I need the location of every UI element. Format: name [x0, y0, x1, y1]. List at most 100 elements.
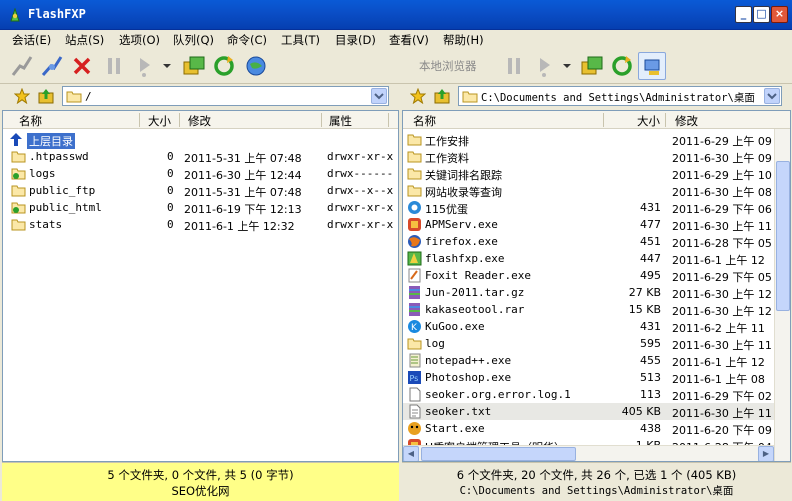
- local-file-row[interactable]: 网站收录等查询 2011-6-30 上午 08: [403, 182, 775, 199]
- local-path-dropdown[interactable]: [764, 88, 780, 104]
- menu-queue[interactable]: 队列(Q): [173, 32, 214, 48]
- file-icon: [409, 387, 421, 402]
- file-size: 447: [640, 252, 661, 265]
- file-modified: 2011-6-29 下午 06: [672, 203, 772, 216]
- local-scroll-thumb[interactable]: [776, 161, 790, 311]
- local-file-row[interactable]: Start.exe 438 2011-6-20 下午 09: [403, 420, 775, 437]
- kugoo-icon: K: [408, 320, 421, 333]
- local-browser-toggle-button[interactable]: [638, 52, 666, 80]
- disconnect-icon: [73, 57, 91, 75]
- local-transfer-dropdown[interactable]: [560, 52, 574, 80]
- menu-tools[interactable]: 工具(T): [281, 32, 320, 48]
- file-modified: 2011-6-1 上午 12: [672, 356, 765, 369]
- folder-icon: [407, 185, 422, 197]
- chevron-down-icon: [767, 93, 777, 100]
- menu-options[interactable]: 选项(O): [119, 32, 160, 48]
- file-modified: 2011-6-28 下午 05: [672, 237, 772, 250]
- local-file-row[interactable]: notepad++.exe 455 2011-6-1 上午 12: [403, 352, 775, 369]
- local-col-modified[interactable]: 修改: [675, 113, 698, 129]
- folder-icon: [407, 134, 422, 146]
- quick-connect-button[interactable]: [38, 52, 66, 80]
- local-vertical-scrollbar[interactable]: [774, 129, 790, 461]
- remote-path-field[interactable]: /: [62, 86, 389, 106]
- remote-file-list[interactable]: 名称 大小 修改 属性 上层目录 .htpasswd 0 2011-5-31 上午 …: [2, 110, 399, 462]
- local-file-row[interactable]: Jun-2011.tar.gz 27 KB 2011-6-30 上午 12: [403, 284, 775, 301]
- firefox-icon: [408, 235, 421, 248]
- local-file-row[interactable]: seoker.org.error.log.1 113 2011-6-29 下午 02: [403, 386, 775, 403]
- local-browser-label[interactable]: 本地浏览器: [419, 58, 477, 74]
- remote-file-row[interactable]: stats 0 2011-6-1 上午 12:32 drwxr-xr-x: [3, 216, 398, 233]
- local-pause-button[interactable]: [500, 52, 528, 80]
- local-file-row[interactable]: K KuGoo.exe 431 2011-6-2 上午 11: [403, 318, 775, 335]
- disconnect-button[interactable]: [68, 52, 96, 80]
- local-file-row[interactable]: APMServ.exe 477 2011-6-30 上午 11: [403, 216, 775, 233]
- remote-col-attrs[interactable]: 属性: [329, 113, 352, 129]
- menu-sites[interactable]: 站点(S): [65, 32, 104, 48]
- local-file-row[interactable]: flashfxp.exe 447 2011-6-1 上午 12: [403, 250, 775, 267]
- parent-directory-row[interactable]: 上层目录: [3, 131, 398, 149]
- local-file-row[interactable]: 关键词排名跟踪 2011-6-29 上午 10: [403, 165, 775, 182]
- menu-directory[interactable]: 目录(D): [335, 32, 376, 48]
- local-file-list[interactable]: 名称 大小 修改 工作安排 2011-6-29 上午 09 工作资料 2011-6-3…: [402, 110, 791, 462]
- parent-folder-icon[interactable]: [38, 88, 54, 104]
- remote-file-row[interactable]: public_html 0 2011-6-19 下午 12:13 drwxr-xr-x: [3, 199, 398, 216]
- local-hscroll-thumb[interactable]: [421, 447, 576, 461]
- connect-button[interactable]: [8, 52, 36, 80]
- refresh-icon: [612, 56, 632, 76]
- refresh-button[interactable]: [210, 52, 238, 80]
- menu-commands[interactable]: 命令(C): [227, 32, 267, 48]
- file-modified: 2011-6-30 上午 12: [672, 288, 772, 301]
- local-file-row[interactable]: Foxit Reader.exe 495 2011-6-29 下午 05: [403, 267, 775, 284]
- scroll-right-button[interactable]: ▶: [758, 446, 774, 461]
- file-name: Start.exe: [425, 422, 485, 435]
- local-bookmark-star-icon[interactable]: [410, 88, 426, 104]
- remote-col-name[interactable]: 名称: [19, 113, 42, 129]
- app-blue-icon: [408, 201, 421, 214]
- local-col-name[interactable]: 名称: [413, 113, 436, 129]
- folder-green-icon: [11, 202, 26, 214]
- remote-col-modified[interactable]: 修改: [188, 113, 211, 129]
- local-transfer-button[interactable]: [532, 52, 560, 80]
- close-button[interactable]: ×: [771, 6, 788, 23]
- local-col-size[interactable]: 大小: [637, 113, 660, 129]
- local-path-field[interactable]: C:\Documents and Settings\Administrator\…: [458, 86, 782, 106]
- remote-file-row[interactable]: public_ftp 0 2011-5-31 上午 07:48 drwx--x--x: [3, 182, 398, 199]
- local-file-row[interactable]: 工作资料 2011-6-30 上午 09: [403, 148, 775, 165]
- pause-button[interactable]: [100, 52, 128, 80]
- local-parent-folder-icon[interactable]: [434, 88, 450, 104]
- file-size: 431: [640, 201, 661, 214]
- local-file-row[interactable]: kakaseotool.rar 15 KB 2011-6-30 上午 12: [403, 301, 775, 318]
- transfer-dropdown[interactable]: [160, 52, 174, 80]
- maximize-button[interactable]: □: [753, 6, 770, 23]
- local-file-row[interactable]: 115优蛋 431 2011-6-29 下午 06: [403, 199, 775, 216]
- folders-sync-icon: [581, 56, 603, 75]
- menu-view[interactable]: 查看(V): [389, 32, 429, 48]
- local-refresh-button[interactable]: [608, 52, 636, 80]
- scroll-left-button[interactable]: ◀: [403, 446, 419, 461]
- file-modified: 2011-6-20 下午 09: [672, 424, 772, 437]
- local-horizontal-scrollbar[interactable]: ◀ ▶: [403, 445, 774, 461]
- menu-help[interactable]: 帮助(H): [443, 32, 484, 48]
- local-file-row[interactable]: seoker.txt 405 KB 2011-6-30 上午 11: [403, 403, 775, 420]
- local-file-row[interactable]: Ps Photoshop.exe 513 2011-6-1 上午 08: [403, 369, 775, 386]
- bookmark-star-icon[interactable]: [14, 88, 30, 104]
- menu-session[interactable]: 会话(E): [12, 32, 51, 48]
- remote-col-size[interactable]: 大小: [148, 113, 171, 129]
- chevron-down-icon: [374, 93, 384, 100]
- remote-file-row[interactable]: .htpasswd 0 2011-5-31 上午 07:48 drwxr-xr-x: [3, 148, 398, 165]
- site-manager-button[interactable]: [242, 52, 270, 80]
- local-sync-browse-button[interactable]: [578, 52, 606, 80]
- local-file-row[interactable]: firefox.exe 451 2011-6-28 下午 05: [403, 233, 775, 250]
- transfer-button[interactable]: [132, 52, 160, 80]
- minimize-button[interactable]: _: [735, 6, 752, 23]
- file-name: Jun-2011.tar.gz: [425, 286, 525, 299]
- file-size: 0: [167, 184, 174, 197]
- remote-path-dropdown[interactable]: [371, 88, 387, 104]
- chevron-down-icon: [563, 64, 571, 68]
- sync-browse-button[interactable]: [180, 52, 208, 80]
- file-size: 113: [640, 388, 661, 401]
- local-file-row[interactable]: 工作安排 2011-6-29 上午 09: [403, 131, 775, 148]
- remote-file-row[interactable]: logs 0 2011-6-30 上午 12:44 drwx------: [3, 165, 398, 182]
- local-file-row[interactable]: log 595 2011-6-30 上午 11: [403, 335, 775, 352]
- flashfxp-app-icon: [10, 8, 20, 22]
